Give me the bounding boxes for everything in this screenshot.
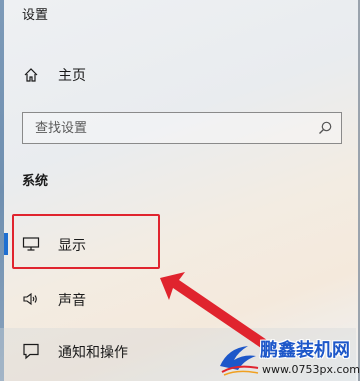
watermark-logo-icon xyxy=(220,346,259,376)
search-icon[interactable] xyxy=(317,120,333,136)
section-title-system: 系统 xyxy=(22,174,49,189)
nav-item-notifications-label: 通知和操作 xyxy=(58,345,128,361)
annotation-highlight-box xyxy=(12,214,160,269)
watermark-url: www.0753px.com xyxy=(262,363,360,376)
nav-item-sound-label: 声音 xyxy=(58,293,86,309)
app-title: 设置 xyxy=(22,8,49,23)
watermark: 鹏鑫装机网 www.0753px.com xyxy=(218,336,360,381)
search-input[interactable] xyxy=(23,113,313,143)
watermark-title: 鹏鑫装机网 xyxy=(260,340,350,361)
nav-item-home[interactable]: 主页 xyxy=(0,62,356,88)
home-icon xyxy=(22,66,40,84)
speaker-icon xyxy=(22,290,40,308)
search-box[interactable] xyxy=(22,112,342,144)
window-left-edge xyxy=(0,0,4,381)
notification-icon xyxy=(22,342,40,360)
nav-item-home-label: 主页 xyxy=(58,68,86,84)
